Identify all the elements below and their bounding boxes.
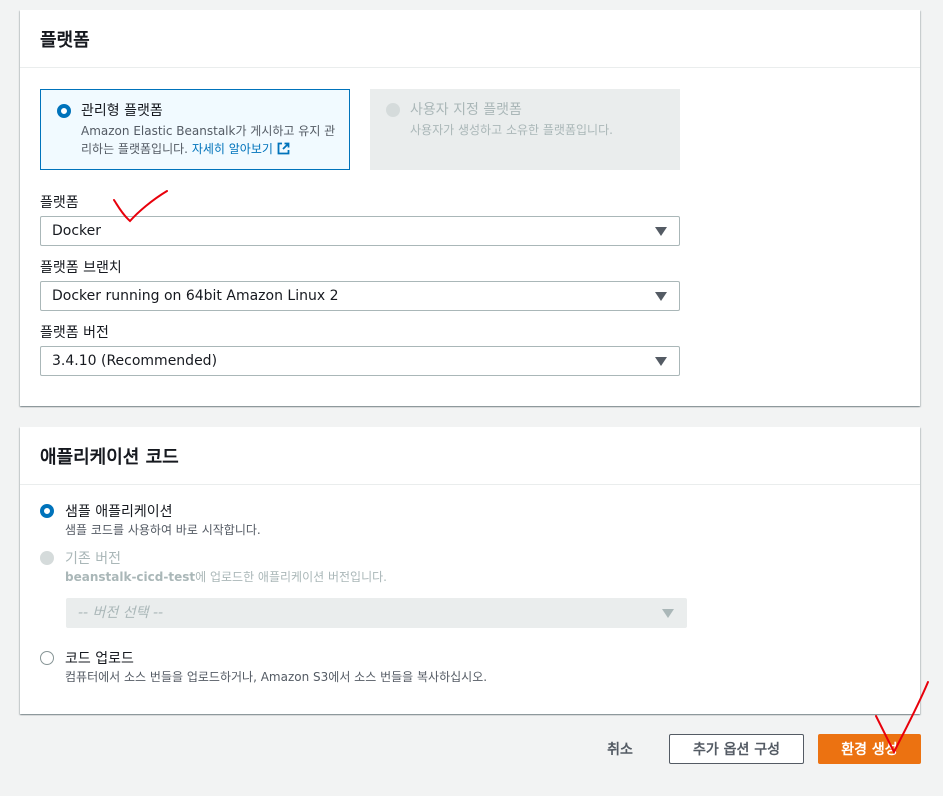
upload-code-label: 코드 업로드 [65, 651, 134, 667]
application-code-panel: 애플리케이션 코드 샘플 애플리케이션 샘플 코드를 사용하여 바로 시작합니다… [20, 427, 920, 714]
managed-platform-label: 관리형 플랫폼 [81, 103, 163, 119]
configure-more-options-button[interactable]: 추가 옵션 구성 [669, 734, 804, 764]
custom-platform-desc: 사용자가 생성하고 소유한 플랫폼입니다. [410, 123, 613, 137]
platform-field-label: 플랫폼 [40, 195, 79, 211]
existing-version-radio [40, 551, 54, 565]
branch-field-label: 플랫폼 브랜치 [40, 260, 122, 276]
existing-version-label: 기존 버전 [65, 551, 121, 567]
managed-platform-desc-line2: 리하는 플랫폼입니다. [81, 142, 188, 156]
application-code-title: 애플리케이션 코드 [20, 427, 920, 485]
platform-select[interactable]: Docker [40, 216, 680, 246]
sample-app-radio[interactable] [40, 504, 54, 518]
existing-version-desc-rest: 에 업로드한 애플리케이션 버전입니다. [195, 570, 387, 584]
caret-down-icon [655, 357, 667, 366]
application-name: beanstalk-cicd-test [65, 570, 196, 584]
learn-more-link[interactable]: 자세히 알아보기 [192, 142, 290, 156]
platform-panel-title: 플랫폼 [20, 10, 920, 68]
custom-platform-radio [386, 103, 400, 117]
learn-more-text: 자세히 알아보기 [191, 142, 273, 156]
platform-select-value: Docker [52, 223, 102, 239]
custom-platform-label: 사용자 지정 플랫폼 [410, 102, 522, 118]
sample-app-desc: 샘플 코드를 사용하여 바로 시작합니다. [65, 523, 261, 537]
sample-app-label: 샘플 애플리케이션 [65, 504, 173, 520]
caret-down-icon [662, 609, 674, 618]
version-select: -- 버전 선택 -- [66, 598, 687, 628]
create-environment-button[interactable]: 환경 생성 [818, 734, 921, 764]
platform-branch-value: Docker running on 64bit Amazon Linux 2 [52, 288, 339, 304]
platform-panel: 플랫폼 관리형 플랫폼 Amazon Elastic Beanstalk가 게시… [20, 10, 920, 406]
managed-platform-tile[interactable]: 관리형 플랫폼 Amazon Elastic Beanstalk가 게시하고 유… [40, 89, 350, 170]
managed-platform-desc: Amazon Elastic Beanstalk가 게시하고 유지 관 리하는 … [81, 122, 337, 158]
managed-platform-desc-line1: Amazon Elastic Beanstalk가 게시하고 유지 관 [81, 124, 336, 138]
caret-down-icon [655, 292, 667, 301]
caret-down-icon [655, 227, 667, 236]
cancel-button[interactable]: 취소 [592, 734, 648, 764]
platform-version-select[interactable]: 3.4.10 (Recommended) [40, 346, 680, 376]
platform-version-value: 3.4.10 (Recommended) [52, 353, 218, 369]
external-link-icon [277, 142, 290, 155]
upload-code-radio[interactable] [40, 651, 54, 665]
custom-platform-tile: 사용자 지정 플랫폼 사용자가 생성하고 소유한 플랫폼입니다. [370, 89, 680, 170]
platform-branch-select[interactable]: Docker running on 64bit Amazon Linux 2 [40, 281, 680, 311]
upload-code-desc: 컴퓨터에서 소스 번들을 업로드하거나, Amazon S3에서 소스 번들을 … [65, 670, 488, 684]
version-select-placeholder: -- 버전 선택 -- [78, 605, 164, 621]
managed-platform-radio[interactable] [57, 104, 71, 118]
existing-version-desc: beanstalk-cicd-test에 업로드한 애플리케이션 버전입니다. [65, 568, 387, 585]
version-field-label: 플랫폼 버전 [40, 325, 109, 341]
